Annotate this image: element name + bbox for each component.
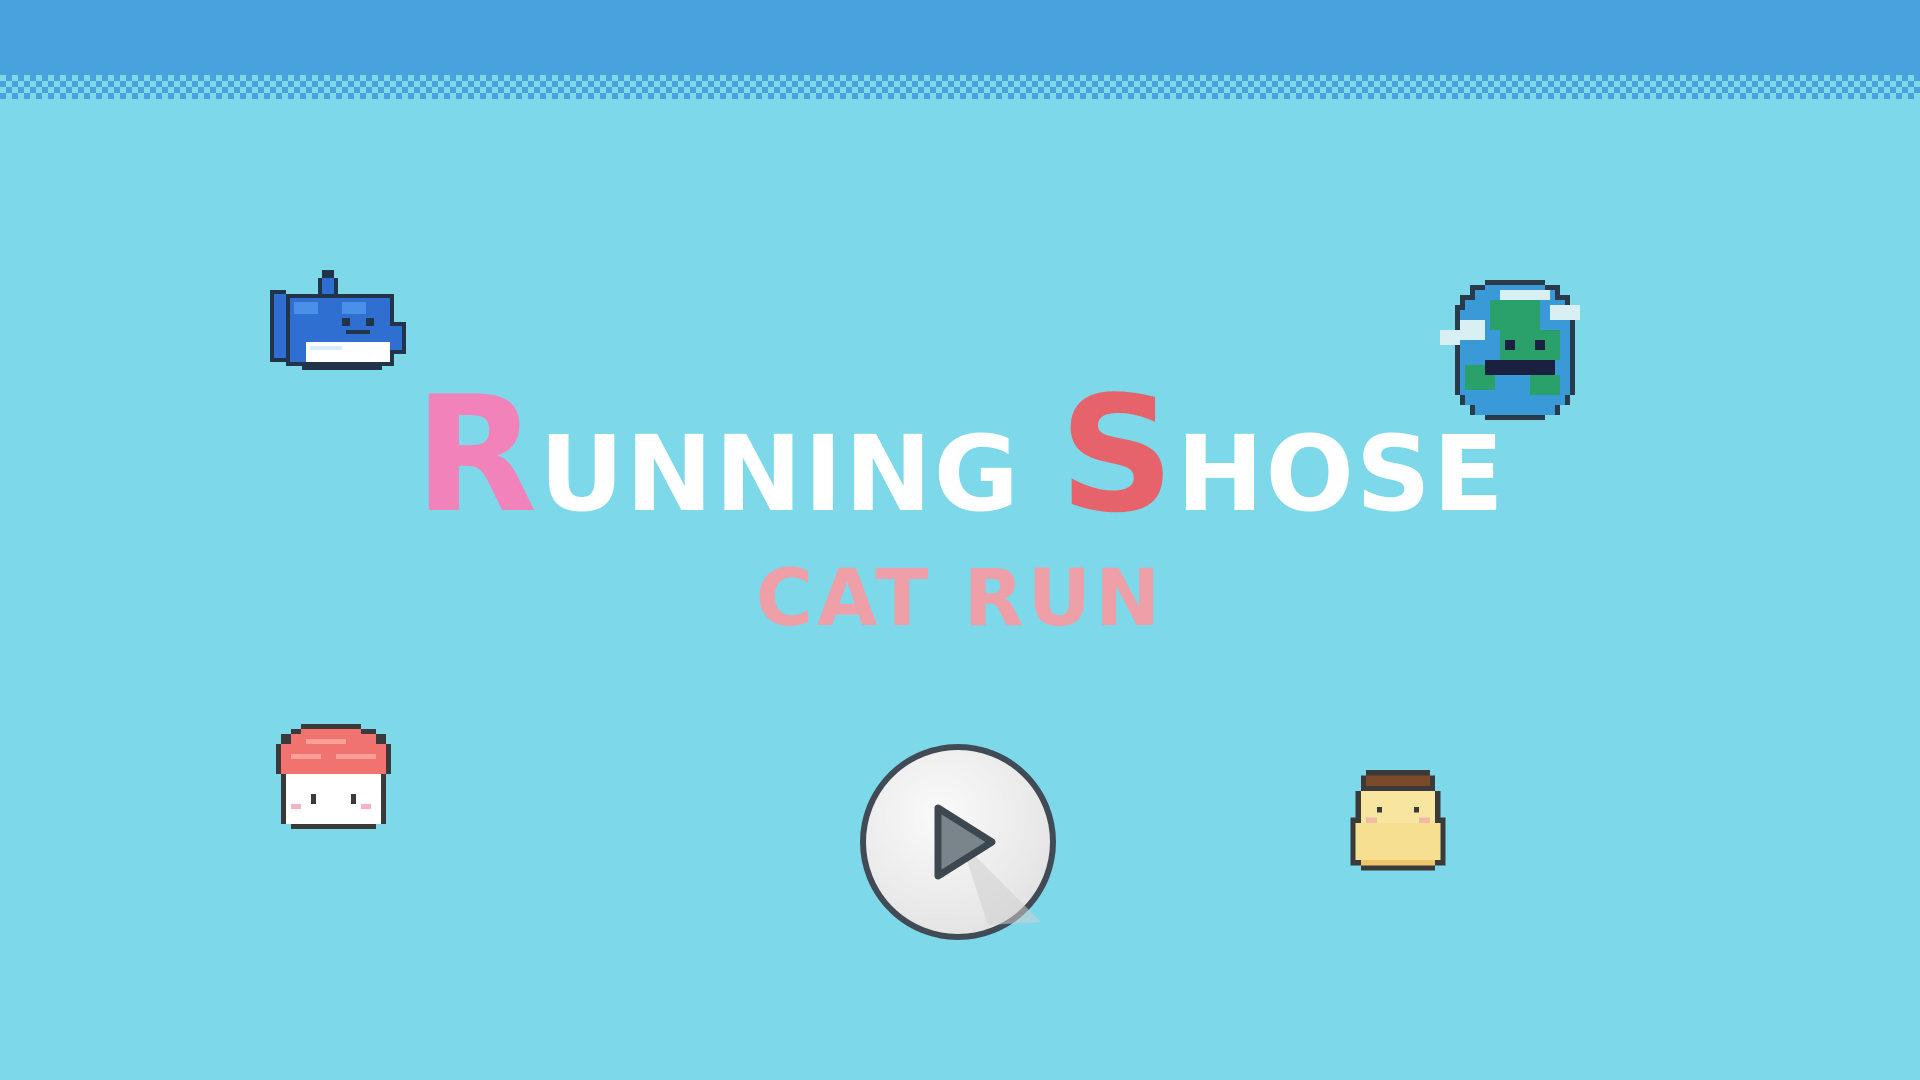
game-title: RUNNING SHOSE xyxy=(0,375,1920,535)
title-word-2-rest: HOSE xyxy=(1176,413,1506,535)
title-initial-r: R xyxy=(414,361,540,548)
title-initial-s: S xyxy=(1059,361,1177,548)
play-button[interactable] xyxy=(860,744,1056,940)
sushi-icon xyxy=(276,724,396,834)
pudding-icon xyxy=(1350,770,1446,876)
title-word-1-rest: UNNING xyxy=(539,413,1060,535)
checker-border xyxy=(0,75,1920,99)
earth-icon xyxy=(1440,275,1590,425)
play-icon xyxy=(934,804,1041,925)
game-subtitle: CAT RUN xyxy=(755,554,1165,644)
top-bar xyxy=(0,0,1920,75)
shark-icon xyxy=(270,270,410,382)
